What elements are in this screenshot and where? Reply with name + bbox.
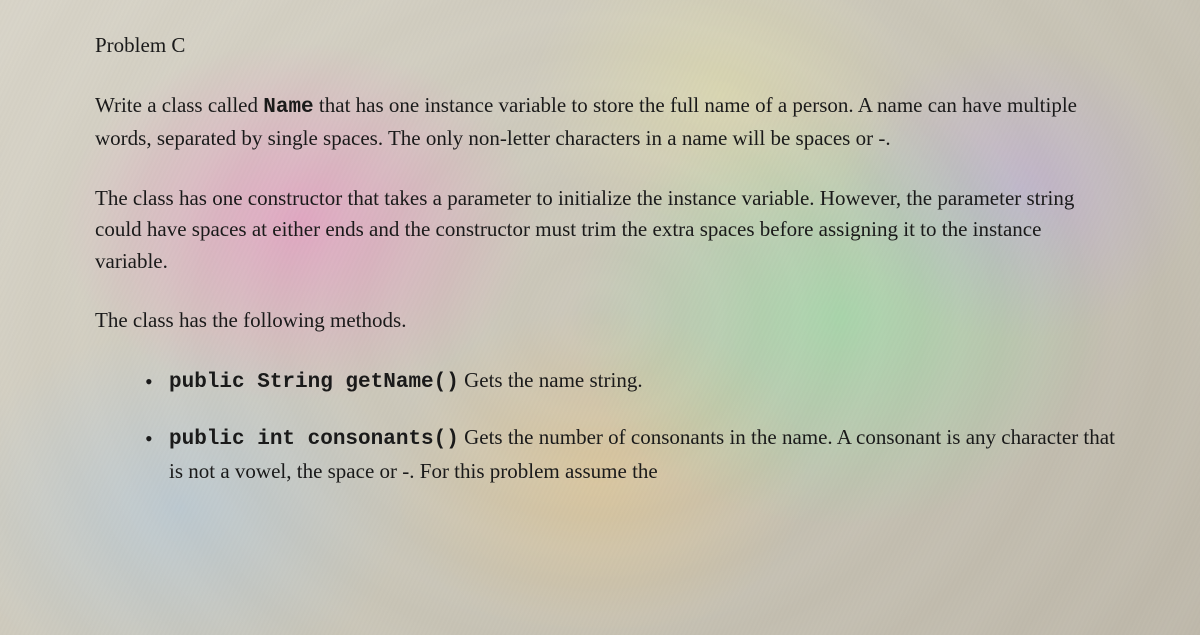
problem-document: Problem C Write a class called Name that…: [95, 30, 1115, 487]
text-segment: Write a class called: [95, 93, 263, 117]
paragraph-methods-intro: The class has the following methods.: [95, 305, 1115, 337]
problem-title: Problem C: [95, 30, 1115, 62]
list-item: public String getName() Gets the name st…: [145, 365, 1115, 399]
code-method-consonants: public int consonants(): [169, 428, 459, 451]
method-description: Gets the name string.: [459, 368, 643, 392]
paragraph-intro: Write a class called Name that has one i…: [95, 90, 1115, 155]
code-method-getname: public String getName(): [169, 371, 459, 394]
paragraph-constructor: The class has one constructor that takes…: [95, 183, 1115, 278]
list-item: public int consonants() Gets the number …: [145, 422, 1115, 487]
method-list: public String getName() Gets the name st…: [95, 365, 1115, 488]
code-classname: Name: [263, 96, 313, 119]
